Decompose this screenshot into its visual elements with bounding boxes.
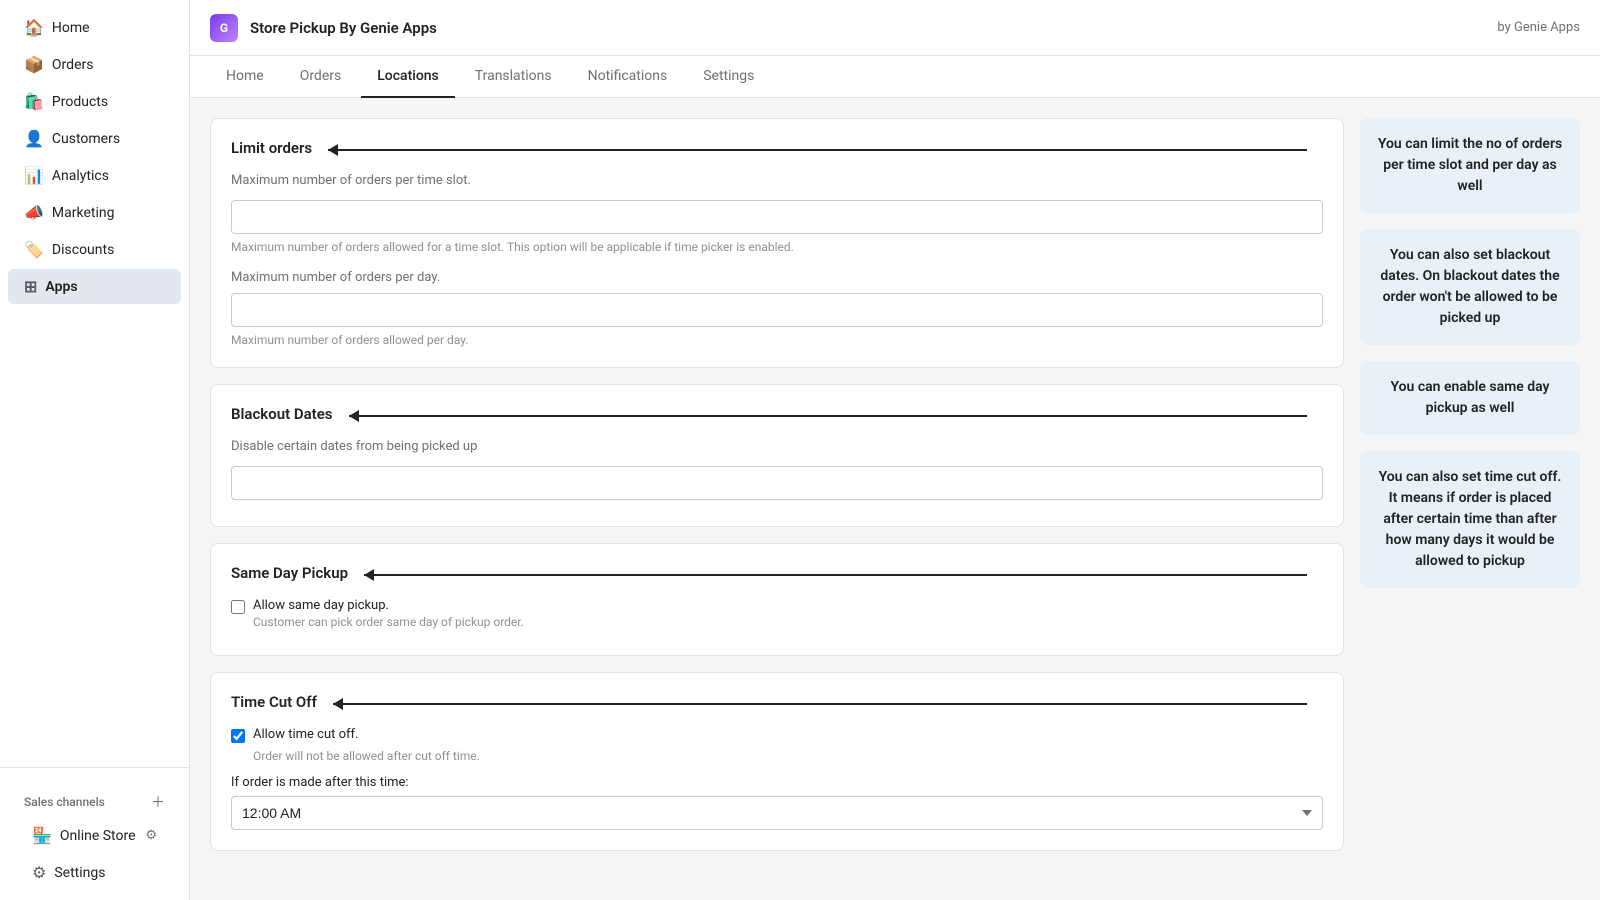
sidebar: 🏠 Home 📦 Orders 🛍️ Products 👤 Customers 📊 Analyti… (0, 0, 190, 900)
marketing-icon: 📣 (24, 203, 44, 222)
same-day-pickup-card: Same Day Pickup Allow same day pickup. C… (210, 543, 1344, 656)
tooltip-limit-orders: You can limit the no of orders per time … (1360, 118, 1580, 213)
time-cut-off-select[interactable]: 12:00 AM 1:00 AM 2:00 AM 12:00 PM 1:00 P… (231, 796, 1323, 830)
topbar-by: by Genie Apps (1497, 20, 1580, 35)
orders-icon: 📦 (24, 55, 44, 74)
limit-orders-per-day-hint: Maximum number of orders allowed per day… (231, 333, 1323, 347)
per-day-label: Maximum number of orders per day. (231, 270, 1323, 285)
sidebar-item-label-apps: Apps (45, 279, 77, 295)
tab-translations[interactable]: Translations (459, 56, 568, 98)
home-icon: 🏠 (24, 18, 44, 37)
topbar: G Store Pickup By Genie Apps by Genie Ap… (190, 0, 1600, 56)
tooltip-blackout-dates: You can also set blackout dates. On blac… (1360, 229, 1580, 345)
time-select-wrapper: 12:00 AM 1:00 AM 2:00 AM 12:00 PM 1:00 P… (231, 796, 1323, 830)
sidebar-nav: 🏠 Home 📦 Orders 🛍️ Products 👤 Customers 📊 Analyti… (0, 0, 189, 767)
limit-orders-subtitle: Maximum number of orders per time slot. (231, 173, 1323, 188)
tooltip-time-cut-off: You can also set time cut off. It means … (1360, 451, 1580, 588)
main: G Store Pickup By Genie Apps by Genie Ap… (190, 0, 1600, 900)
settings-label: Settings (54, 865, 105, 881)
same-day-checkbox-label: Allow same day pickup. (253, 598, 524, 613)
time-cut-off-checkbox-label: Allow time cut off. (253, 727, 358, 742)
content-main: Limit orders Maximum number of orders pe… (210, 118, 1344, 851)
sidebar-item-settings[interactable]: ⚙ Settings (16, 855, 173, 890)
sidebar-item-label-orders: Orders (52, 57, 94, 73)
blackout-dates-arrow-row: Blackout Dates (231, 405, 1323, 427)
analytics-icon: 📊 (24, 166, 44, 185)
limit-orders-per-slot-input[interactable] (231, 200, 1323, 234)
settings-icon: ⚙ (32, 863, 46, 882)
apps-icon: ⊞ (24, 277, 37, 296)
sidebar-item-label-marketing: Marketing (52, 205, 115, 221)
app-logo: G (210, 14, 238, 42)
sidebar-item-online-store[interactable]: 🏪 Online Store ⚙ (16, 818, 173, 853)
after-time-label: If order is made after this time: (231, 775, 1323, 790)
same-day-checkbox-hint: Customer can pick order same day of pick… (253, 615, 524, 629)
sales-channels-label: Sales channels (24, 795, 105, 809)
limit-orders-arrow-row: Limit orders (231, 139, 1323, 161)
tab-settings[interactable]: Settings (687, 56, 770, 98)
sidebar-item-label-customers: Customers (52, 131, 120, 147)
sidebar-item-orders[interactable]: 📦 Orders (8, 47, 181, 82)
sidebar-item-label-discounts: Discounts (52, 242, 114, 258)
tab-locations[interactable]: Locations (361, 56, 455, 98)
blackout-dates-subtitle: Disable certain dates from being picked … (231, 439, 1323, 454)
sidebar-item-marketing[interactable]: 📣 Marketing (8, 195, 181, 230)
online-store-icon: 🏪 (32, 826, 52, 845)
blackout-dates-card: Blackout Dates Disable certain dates fro… (210, 384, 1344, 527)
discounts-icon: 🏷️ (24, 240, 44, 259)
sidebar-item-customers[interactable]: 👤 Customers (8, 121, 181, 156)
sidebar-item-analytics[interactable]: 📊 Analytics (8, 158, 181, 193)
sales-channels-header: Sales channels ＋ (8, 776, 181, 816)
time-cut-off-arrow-row: Time Cut Off (231, 693, 1323, 715)
same-day-checkbox-label-col: Allow same day pickup. Customer can pick… (253, 598, 524, 629)
sidebar-item-apps[interactable]: ⊞ Apps (8, 269, 181, 304)
tab-notifications[interactable]: Notifications (572, 56, 684, 98)
sidebar-item-products[interactable]: 🛍️ Products (8, 84, 181, 119)
tabs: HomeOrdersLocationsTranslationsNotificat… (190, 56, 1600, 98)
add-sales-channel-icon[interactable]: ＋ (151, 792, 165, 812)
same-day-pickup-arrow-row: Same Day Pickup (231, 564, 1323, 586)
limit-orders-title: Limit orders (231, 139, 312, 157)
time-cut-off-label-col: Allow time cut off. (253, 727, 358, 742)
time-cut-off-card: Time Cut Off Allow time cut off. Order w… (210, 672, 1344, 851)
same-day-checkbox-row: Allow same day pickup. Customer can pick… (231, 598, 1323, 629)
content: Limit orders Maximum number of orders pe… (190, 98, 1600, 900)
same-day-checkbox[interactable] (231, 600, 245, 614)
time-cut-off-checkbox-row: Allow time cut off. (231, 727, 1323, 743)
app-title: Store Pickup By Genie Apps (250, 19, 437, 37)
time-cut-off-hint: Order will not be allowed after cut off … (253, 749, 1323, 763)
customers-icon: 👤 (24, 129, 44, 148)
sidebar-item-label-products: Products (52, 94, 108, 110)
tooltip-same-day: You can enable same day pickup as well (1360, 361, 1580, 435)
same-day-pickup-title: Same Day Pickup (231, 564, 348, 582)
limit-orders-per-slot-hint: Maximum number of orders allowed for a t… (231, 240, 1323, 254)
online-store-settings-icon[interactable]: ⚙ (145, 828, 157, 843)
sidebar-item-label-home: Home (52, 20, 90, 36)
time-cut-off-title: Time Cut Off (231, 693, 317, 711)
per-day-section: Maximum number of orders per day. Maximu… (231, 270, 1323, 347)
sidebar-bottom: Sales channels ＋ 🏪 Online Store ⚙ ⚙ Sett… (0, 767, 189, 900)
tab-home[interactable]: Home (210, 56, 280, 98)
time-cut-off-checkbox[interactable] (231, 729, 245, 743)
sidebar-item-discounts[interactable]: 🏷️ Discounts (8, 232, 181, 267)
blackout-dates-input[interactable] (231, 466, 1323, 500)
sidebar-item-label-analytics: Analytics (52, 168, 109, 184)
tab-orders[interactable]: Orders (284, 56, 358, 98)
sidebar-item-home[interactable]: 🏠 Home (8, 10, 181, 45)
limit-orders-per-day-input[interactable] (231, 293, 1323, 327)
products-icon: 🛍️ (24, 92, 44, 111)
tooltips-column: You can limit the no of orders per time … (1360, 118, 1580, 588)
online-store-label: Online Store (60, 828, 136, 844)
topbar-left: G Store Pickup By Genie Apps (210, 14, 437, 42)
blackout-dates-title: Blackout Dates (231, 405, 333, 423)
limit-orders-card: Limit orders Maximum number of orders pe… (210, 118, 1344, 368)
